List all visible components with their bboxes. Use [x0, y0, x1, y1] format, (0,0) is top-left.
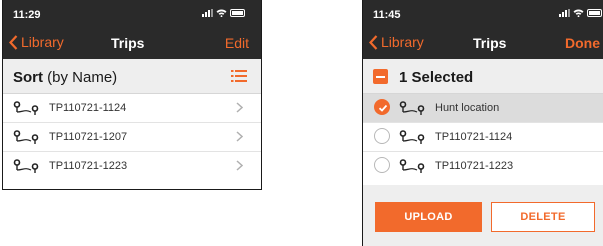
- nav-bar: Library Trips Done: [363, 26, 603, 59]
- trips-screen-select: 11:45 Library Trips Done 1 Selected Hunt…: [362, 0, 603, 246]
- trip-name: TP110721-1223: [435, 160, 514, 172]
- trip-name: TP110721-1124: [49, 102, 127, 114]
- trips-screen-sort: 11:29 Library Trips Edit Sort (by Name) …: [2, 0, 262, 190]
- trip-name: TP110721-1124: [435, 131, 513, 143]
- back-button[interactable]: Library: [369, 34, 424, 50]
- trip-row[interactable]: TP110721-1207: [3, 123, 261, 152]
- row-checkbox[interactable]: [374, 157, 390, 173]
- wifi-icon: [216, 9, 227, 17]
- battery-icon: [587, 9, 602, 17]
- chevron-left-icon: [9, 34, 18, 50]
- nav-title: Trips: [473, 35, 507, 51]
- edit-button[interactable]: Edit: [225, 35, 249, 51]
- delete-button[interactable]: DELETE: [491, 202, 595, 232]
- status-icons: [559, 9, 602, 17]
- trip-row-selected[interactable]: Hunt location: [363, 94, 603, 123]
- trip-name: Hunt location: [435, 102, 500, 114]
- action-bar: UPLOAD DELETE: [363, 185, 603, 246]
- status-time: 11:45: [373, 9, 401, 21]
- nav-title: Trips: [111, 35, 145, 51]
- status-bar: 11:45: [363, 0, 603, 26]
- selection-count: 1 Selected: [399, 69, 474, 86]
- trip-row[interactable]: TP110721-1223: [363, 152, 603, 180]
- route-pin-icon: [13, 130, 39, 144]
- route-pin-icon: [13, 101, 39, 115]
- battery-icon: [230, 9, 245, 17]
- nav-bar: Library Trips Edit: [3, 26, 261, 59]
- route-pin-icon: [399, 159, 425, 173]
- selection-header: 1 Selected: [363, 59, 603, 94]
- trip-row[interactable]: TP110721-1124: [3, 94, 261, 123]
- status-icons: [202, 9, 245, 17]
- row-checkbox-checked[interactable]: [374, 99, 390, 115]
- signal-icon: [559, 9, 570, 17]
- checkmark-icon: [378, 104, 388, 112]
- chevron-left-icon: [369, 34, 378, 50]
- row-checkbox[interactable]: [374, 128, 390, 144]
- back-label: Library: [21, 34, 64, 50]
- route-pin-icon: [399, 130, 425, 144]
- chevron-right-icon: [236, 102, 243, 113]
- route-pin-icon: [399, 101, 425, 115]
- trip-name: TP110721-1207: [49, 131, 128, 143]
- status-time: 11:29: [13, 9, 41, 21]
- sort-title: Sort (by Name): [13, 69, 117, 86]
- done-button[interactable]: Done: [565, 35, 600, 51]
- back-button[interactable]: Library: [9, 34, 64, 50]
- chevron-right-icon: [236, 160, 243, 171]
- sort-header: Sort (by Name): [3, 59, 261, 94]
- sort-label: Sort: [13, 69, 43, 86]
- trip-row[interactable]: TP110721-1223: [3, 152, 261, 180]
- trip-name: TP110721-1223: [49, 160, 128, 172]
- route-pin-icon: [13, 159, 39, 173]
- upload-button[interactable]: UPLOAD: [375, 202, 482, 232]
- sort-by-label: (by Name): [43, 69, 118, 86]
- chevron-right-icon: [236, 131, 243, 142]
- wifi-icon: [573, 9, 584, 17]
- status-bar: 11:29: [3, 0, 261, 26]
- trip-row[interactable]: TP110721-1124: [363, 123, 603, 152]
- list-sort-icon[interactable]: [231, 69, 247, 83]
- back-label: Library: [381, 34, 424, 50]
- signal-icon: [202, 9, 213, 17]
- deselect-all-checkbox[interactable]: [373, 69, 388, 84]
